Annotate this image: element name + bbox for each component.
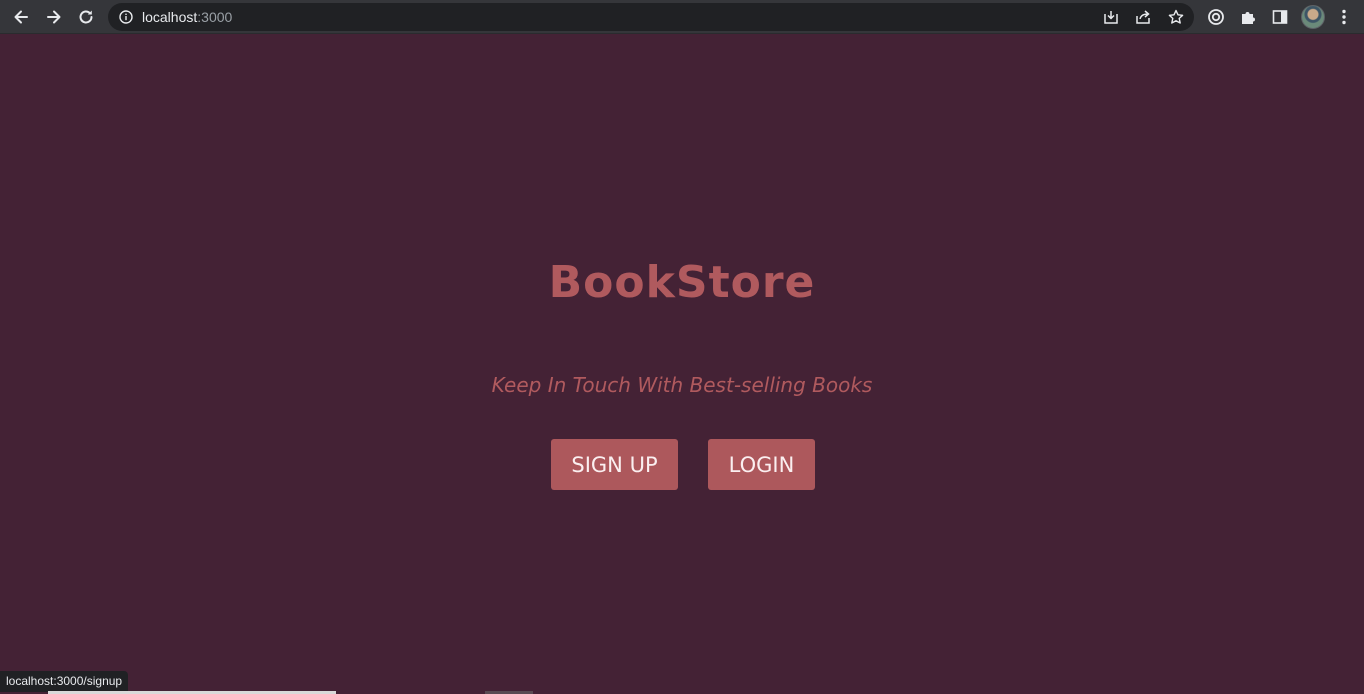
kebab-menu-icon[interactable]: [1332, 5, 1356, 29]
url-port: :3000: [197, 9, 233, 25]
address-bar[interactable]: localhost:3000: [108, 3, 1194, 31]
star-icon[interactable]: [1166, 7, 1186, 27]
page-subtitle: Keep In Touch With Best-selling Books: [491, 373, 873, 397]
info-icon[interactable]: [118, 9, 134, 25]
forward-arrow-icon[interactable]: [41, 4, 67, 30]
side-panel-icon[interactable]: [1268, 5, 1292, 29]
browser-toolbar: localhost:3000: [0, 0, 1364, 34]
signup-button[interactable]: SIGN UP: [551, 439, 678, 490]
login-button[interactable]: LOGIN: [708, 439, 815, 490]
install-icon[interactable]: [1101, 7, 1121, 27]
page-title: BookStore: [548, 257, 816, 308]
back-arrow-icon[interactable]: [8, 4, 34, 30]
url-text: localhost:3000: [142, 3, 232, 31]
share-icon[interactable]: [1133, 7, 1153, 27]
lens-icon[interactable]: [1204, 5, 1228, 29]
reload-icon[interactable]: [73, 4, 99, 30]
link-status-bubble: localhost:3000/signup: [0, 671, 129, 692]
url-host: localhost: [142, 9, 198, 25]
page-body: BookStore Keep In Touch With Best-sellin…: [0, 35, 1364, 694]
avatar[interactable]: [1301, 5, 1325, 29]
puzzle-icon[interactable]: [1236, 5, 1260, 29]
